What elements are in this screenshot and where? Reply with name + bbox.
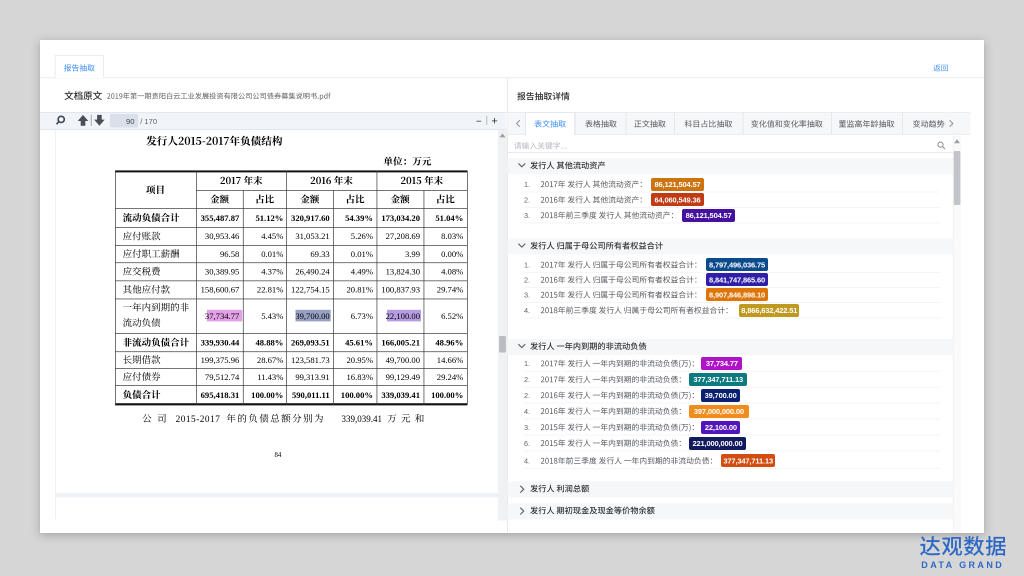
svg-text:4.37%: 4.37% — [261, 267, 283, 277]
svg-text:45.61%: 45.61% — [345, 338, 373, 348]
svg-text:1.: 1. — [524, 260, 530, 269]
svg-text:695,418.31: 695,418.31 — [201, 390, 240, 400]
svg-text:397,000,000.00: 397,000,000.00 — [694, 407, 744, 416]
svg-text:86,121,504.57: 86,121,504.57 — [686, 211, 732, 220]
svg-text:22.81%: 22.81% — [257, 285, 284, 295]
svg-text:26,490.24: 26,490.24 — [295, 267, 330, 277]
svg-text:4.: 4. — [524, 456, 530, 465]
svg-text:3.: 3. — [524, 211, 530, 220]
svg-text:2.: 2. — [524, 195, 530, 204]
svg-text:22,100.00: 22,100.00 — [386, 311, 420, 321]
svg-text:22,100.00: 22,100.00 — [705, 423, 737, 432]
svg-text:8,866,632,422.51: 8,866,632,422.51 — [741, 306, 797, 315]
svg-text:0.01%: 0.01% — [351, 249, 373, 259]
svg-text:2.: 2. — [524, 391, 530, 400]
svg-text:48.96%: 48.96% — [435, 338, 463, 348]
svg-text:−: − — [476, 116, 482, 127]
svg-text:590,011.11: 590,011.11 — [292, 390, 330, 400]
svg-text:27,208.69: 27,208.69 — [386, 231, 420, 241]
svg-text:28.67%: 28.67% — [257, 355, 284, 365]
svg-text:166,005.21: 166,005.21 — [381, 338, 420, 348]
svg-text:39,700.00: 39,700.00 — [295, 311, 329, 321]
svg-text:2015-2017: 2015-2017 — [176, 415, 221, 425]
svg-text:6.73%: 6.73% — [351, 311, 373, 321]
svg-text:339,039.41: 339,039.41 — [381, 390, 420, 400]
svg-text:29.74%: 29.74% — [437, 285, 464, 295]
svg-text:1.: 1. — [524, 180, 530, 189]
svg-text:100.00%: 100.00% — [341, 390, 373, 400]
svg-text:30,389.95: 30,389.95 — [205, 267, 239, 277]
svg-text:355,487.87: 355,487.87 — [201, 213, 240, 223]
svg-text:54.39%: 54.39% — [345, 213, 373, 223]
svg-text:99,129.49: 99,129.49 — [386, 372, 420, 382]
svg-text:DATA GRAND: DATA GRAND — [921, 560, 1004, 570]
svg-text:6.: 6. — [524, 439, 530, 448]
svg-text:30,953.46: 30,953.46 — [205, 231, 240, 241]
svg-text:20.95%: 20.95% — [347, 355, 374, 365]
svg-text:4.: 4. — [524, 306, 530, 315]
svg-text:+: + — [491, 116, 497, 128]
svg-text:64,060,549.36: 64,060,549.36 — [654, 196, 700, 205]
svg-text:100,837.93: 100,837.93 — [381, 285, 420, 295]
svg-text:13,824.30: 13,824.30 — [386, 267, 420, 277]
svg-text:4.: 4. — [524, 407, 530, 416]
svg-text:11.43%: 11.43% — [257, 372, 283, 382]
svg-text:79,512.74: 79,512.74 — [205, 372, 240, 382]
svg-text:2.: 2. — [524, 275, 530, 284]
svg-text:99,313.91: 99,313.91 — [295, 372, 329, 382]
svg-text:339,039.41: 339,039.41 — [342, 414, 383, 424]
svg-text:/ 170: / 170 — [140, 117, 157, 126]
svg-text:39,700.00: 39,700.00 — [705, 391, 737, 400]
svg-text:51.12%: 51.12% — [255, 213, 283, 223]
svg-text:6.52%: 6.52% — [441, 311, 463, 321]
svg-text:31,053.21: 31,053.21 — [295, 231, 329, 241]
svg-text:269,093.51: 269,093.51 — [291, 338, 330, 348]
svg-text:339,930.44: 339,930.44 — [201, 338, 240, 348]
svg-text:2.: 2. — [524, 375, 530, 384]
svg-text:4.49%: 4.49% — [351, 267, 373, 277]
svg-text:49,700.00: 49,700.00 — [386, 355, 420, 365]
svg-text:158,600.67: 158,600.67 — [201, 285, 240, 295]
svg-text:1.: 1. — [524, 359, 530, 368]
svg-text:8,797,496,036.75: 8,797,496,036.75 — [709, 261, 765, 270]
svg-text:4.45%: 4.45% — [261, 231, 283, 241]
svg-text:377,347,711.13: 377,347,711.13 — [693, 375, 743, 384]
svg-text:320,917.60: 320,917.60 — [291, 213, 330, 223]
svg-text:14.66%: 14.66% — [437, 355, 464, 365]
svg-text:37,734.77: 37,734.77 — [706, 359, 738, 368]
svg-text:90: 90 — [126, 117, 134, 126]
svg-text:86,121,504.57: 86,121,504.57 — [654, 180, 700, 189]
svg-text:173,034.20: 173,034.20 — [381, 213, 420, 223]
svg-text:4.08%: 4.08% — [441, 267, 463, 277]
svg-text:377,347,711.13: 377,347,711.13 — [723, 457, 773, 466]
svg-text:100.00%: 100.00% — [431, 390, 463, 400]
svg-text:20.81%: 20.81% — [347, 285, 374, 295]
svg-text:96.58: 96.58 — [220, 249, 239, 259]
svg-text:221,000,000.00: 221,000,000.00 — [692, 439, 742, 448]
svg-text:0.01%: 0.01% — [261, 249, 283, 259]
svg-text:8,841,747,865.60: 8,841,747,865.60 — [709, 276, 765, 285]
svg-text:5.43%: 5.43% — [261, 311, 283, 321]
svg-text:3.99: 3.99 — [405, 249, 420, 259]
svg-text:8,907,846,898.10: 8,907,846,898.10 — [709, 291, 765, 300]
svg-text:199,375.96: 199,375.96 — [201, 355, 240, 365]
svg-text:100.00%: 100.00% — [251, 390, 283, 400]
svg-text:122,754.15: 122,754.15 — [291, 285, 330, 295]
svg-text:16.83%: 16.83% — [347, 372, 374, 382]
svg-text:69.33: 69.33 — [310, 249, 329, 259]
svg-text:3.: 3. — [524, 290, 530, 299]
svg-text:37,734.77: 37,734.77 — [205, 311, 240, 321]
svg-text:8.03%: 8.03% — [441, 231, 463, 241]
svg-text:123,581.73: 123,581.73 — [291, 355, 330, 365]
svg-text:51.04%: 51.04% — [435, 213, 463, 223]
svg-text:84: 84 — [275, 452, 282, 459]
svg-text:5.26%: 5.26% — [351, 231, 373, 241]
svg-text:29.24%: 29.24% — [437, 372, 464, 382]
svg-text:48.88%: 48.88% — [255, 338, 283, 348]
svg-text:0.00%: 0.00% — [441, 249, 463, 259]
svg-text:3.: 3. — [524, 423, 530, 432]
